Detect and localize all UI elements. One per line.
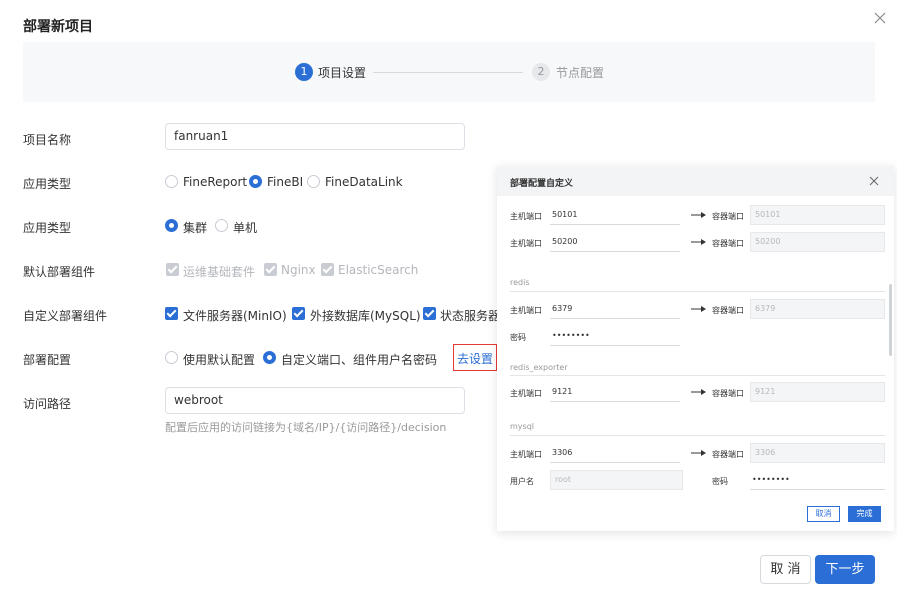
panel-close-icon[interactable] [869,176,879,186]
section-redis-exporter: redis_exporter [510,363,568,372]
arrow-right-icon [691,389,706,395]
deploy-config-label: 部署配置 [23,353,72,367]
access-path-input[interactable]: webroot [165,387,465,414]
next-step-button[interactable]: 下一步 [815,555,875,584]
container-port-label: 容器端口 [712,239,744,248]
host-port-label: 主机端口 [510,212,542,221]
mysql-container-port-field: 3306 [750,443,885,463]
step-connector [373,72,523,73]
option-custom-config: 自定义端口、组件用户名密码 [281,353,438,367]
host-port-label: 主机端口 [510,306,542,315]
redis-exporter-host-port-input[interactable]: 9121 [550,382,680,402]
arrow-right-icon [691,212,706,218]
arrow-right-icon [691,239,706,245]
custom-components-label: 自定义部署组件 [23,309,108,323]
goto-settings-link[interactable]: 去设置 [457,350,493,367]
option-default-config: 使用默认配置 [183,353,256,367]
option-standalone: 单机 [233,221,258,235]
project-name-input[interactable]: fanruan1 [165,123,465,150]
option-finebi: FineBI [267,175,304,189]
custom-deploy-config-panel: 部署配置自定义 主机端口 50101 容器端口 50101 主机端口 50200… [497,166,894,531]
host-port-input[interactable]: 50200 [550,232,680,252]
radio-standalone[interactable] [215,219,228,232]
radio-default-config[interactable] [165,351,178,364]
password-label: 密码 [712,477,728,486]
checkbox-ops-suite [166,263,179,276]
host-port-input[interactable]: 50101 [550,205,680,225]
container-port-field: 50200 [750,232,885,252]
close-icon[interactable] [872,10,888,26]
redis-host-port-input[interactable]: 6379 [550,299,680,319]
panel-cancel-button[interactable]: 取消 [807,506,840,522]
access-path-hint: 配置后应用的访问链接为{域名/IP}/{访问路径}/decision [165,421,447,434]
panel-scrollbar[interactable] [889,284,892,356]
host-port-label: 主机端口 [510,389,542,398]
deploy-type-label: 应用类型 [23,221,72,235]
mysql-username-field: root [550,470,683,490]
checkbox-elasticsearch [321,263,334,276]
panel-done-button[interactable]: 完成 [848,506,881,522]
divider [510,375,885,376]
radio-custom-config[interactable] [263,351,276,364]
arrow-right-icon [691,306,706,312]
host-port-label: 主机端口 [510,450,542,459]
stepper: 1 项目设置 2 节点配置 [23,42,875,102]
host-port-label: 主机端口 [510,239,542,248]
container-port-field: 50101 [750,205,885,225]
option-state-server: 状态服务器 [440,309,497,323]
dialog-title: 部署新项目 [23,19,93,35]
redis-exporter-container-port-field: 9121 [750,382,885,402]
option-minio: 文件服务器(MinIO) [183,309,287,323]
radio-finedatalink[interactable] [307,175,320,188]
radio-cluster[interactable] [165,219,178,232]
app-type-label: 应用类型 [23,177,72,191]
container-port-label: 容器端口 [712,306,744,315]
step-1-number: 1 [295,63,313,81]
password-label: 密码 [510,333,526,342]
step-2-number: 2 [532,63,550,81]
divider [510,435,885,436]
checkbox-state-server[interactable] [423,307,436,320]
radio-finereport[interactable] [165,175,178,188]
redis-password-input[interactable]: •••••••• [550,326,680,346]
project-name-label: 项目名称 [23,133,72,147]
divider [510,291,885,292]
section-redis: redis [510,278,530,287]
checkbox-nginx [264,263,277,276]
cancel-button[interactable]: 取 消 [760,555,811,584]
container-port-label: 容器端口 [712,389,744,398]
step-1-label: 项目设置 [318,66,367,80]
mysql-password-input[interactable]: •••••••• [750,470,885,490]
option-nginx: Nginx [281,263,316,277]
container-port-label: 容器端口 [712,450,744,459]
option-mysql: 外接数据库(MySQL) [310,309,421,323]
default-components-label: 默认部署组件 [23,265,96,279]
option-ops-suite: 运维基础套件 [183,265,256,279]
redis-container-port-field: 6379 [750,299,885,319]
section-mysql: mysql [510,422,534,431]
access-path-label: 访问路径 [23,397,72,411]
step-2-label: 节点配置 [556,66,605,80]
checkbox-mysql[interactable] [292,307,305,320]
arrow-right-icon [691,450,706,456]
option-finereport: FineReport [183,175,248,189]
container-port-label: 容器端口 [712,212,744,221]
option-cluster: 集群 [183,221,208,235]
option-finedatalink: FineDataLink [325,175,403,189]
mysql-host-port-input[interactable]: 3306 [550,443,680,463]
option-elasticsearch: ElasticSearch [338,263,419,277]
checkbox-minio[interactable] [165,307,178,320]
panel-title: 部署配置自定义 [510,179,574,189]
radio-finebi[interactable] [249,175,262,188]
username-label: 用户名 [510,477,534,486]
